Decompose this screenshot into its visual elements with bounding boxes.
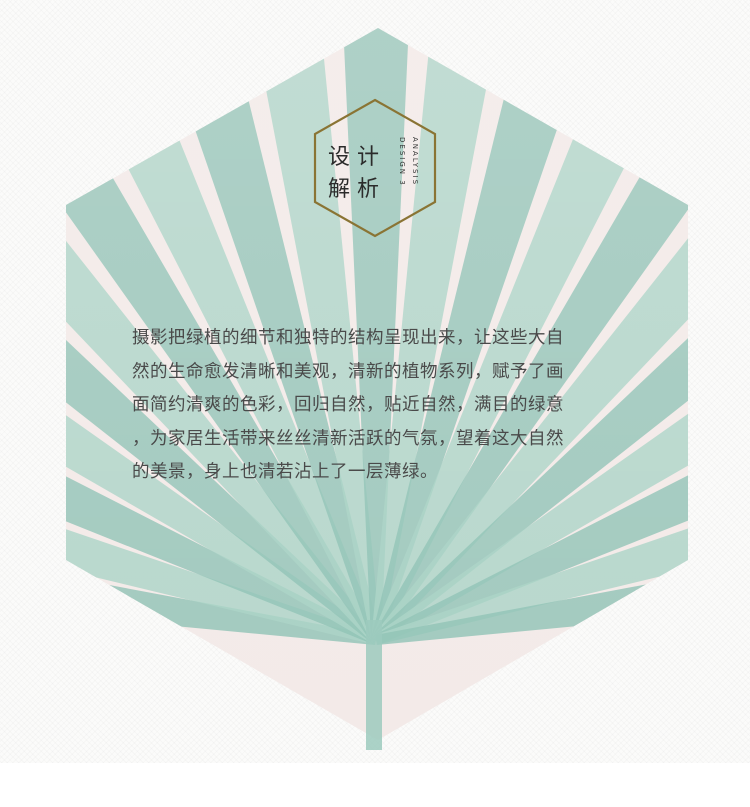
badge-subtitle-analysis: ANALYSIS [411, 137, 419, 187]
poster-canvas: 设计 解析 ANALYSIS DESIGN 3 摄影把绿植的细节和独特的结构呈现… [0, 0, 750, 807]
description-line: 面简约清爽的色彩，回归自然，贴近自然，满目的绿意 [132, 395, 564, 415]
description-line: 摄影把绿植的细节和独特的结构呈现出来，让这些大自 [132, 328, 564, 348]
badge-title-line1: 设计 [328, 145, 387, 170]
badge-title-line2: 解析 [328, 177, 387, 202]
description-line: ，为家居生活带来丝丝清新活跃的气氛，望着这大自然 [132, 428, 564, 449]
description-line: 然的生命愈发清晰和美观，清新的植物系列，赋予了画 [132, 361, 564, 382]
description-line: 的美景，身上也清若沾上了一层薄绿。 [132, 462, 438, 482]
description-paragraph: 摄影把绿植的细节和独特的结构呈现出来，让这些大自 然的生命愈发清晰和美观，清新的… [132, 322, 610, 490]
palm-stem [366, 620, 382, 750]
bottom-white-strip [0, 763, 750, 807]
badge-subtitle-design: DESIGN 3 [398, 137, 406, 187]
